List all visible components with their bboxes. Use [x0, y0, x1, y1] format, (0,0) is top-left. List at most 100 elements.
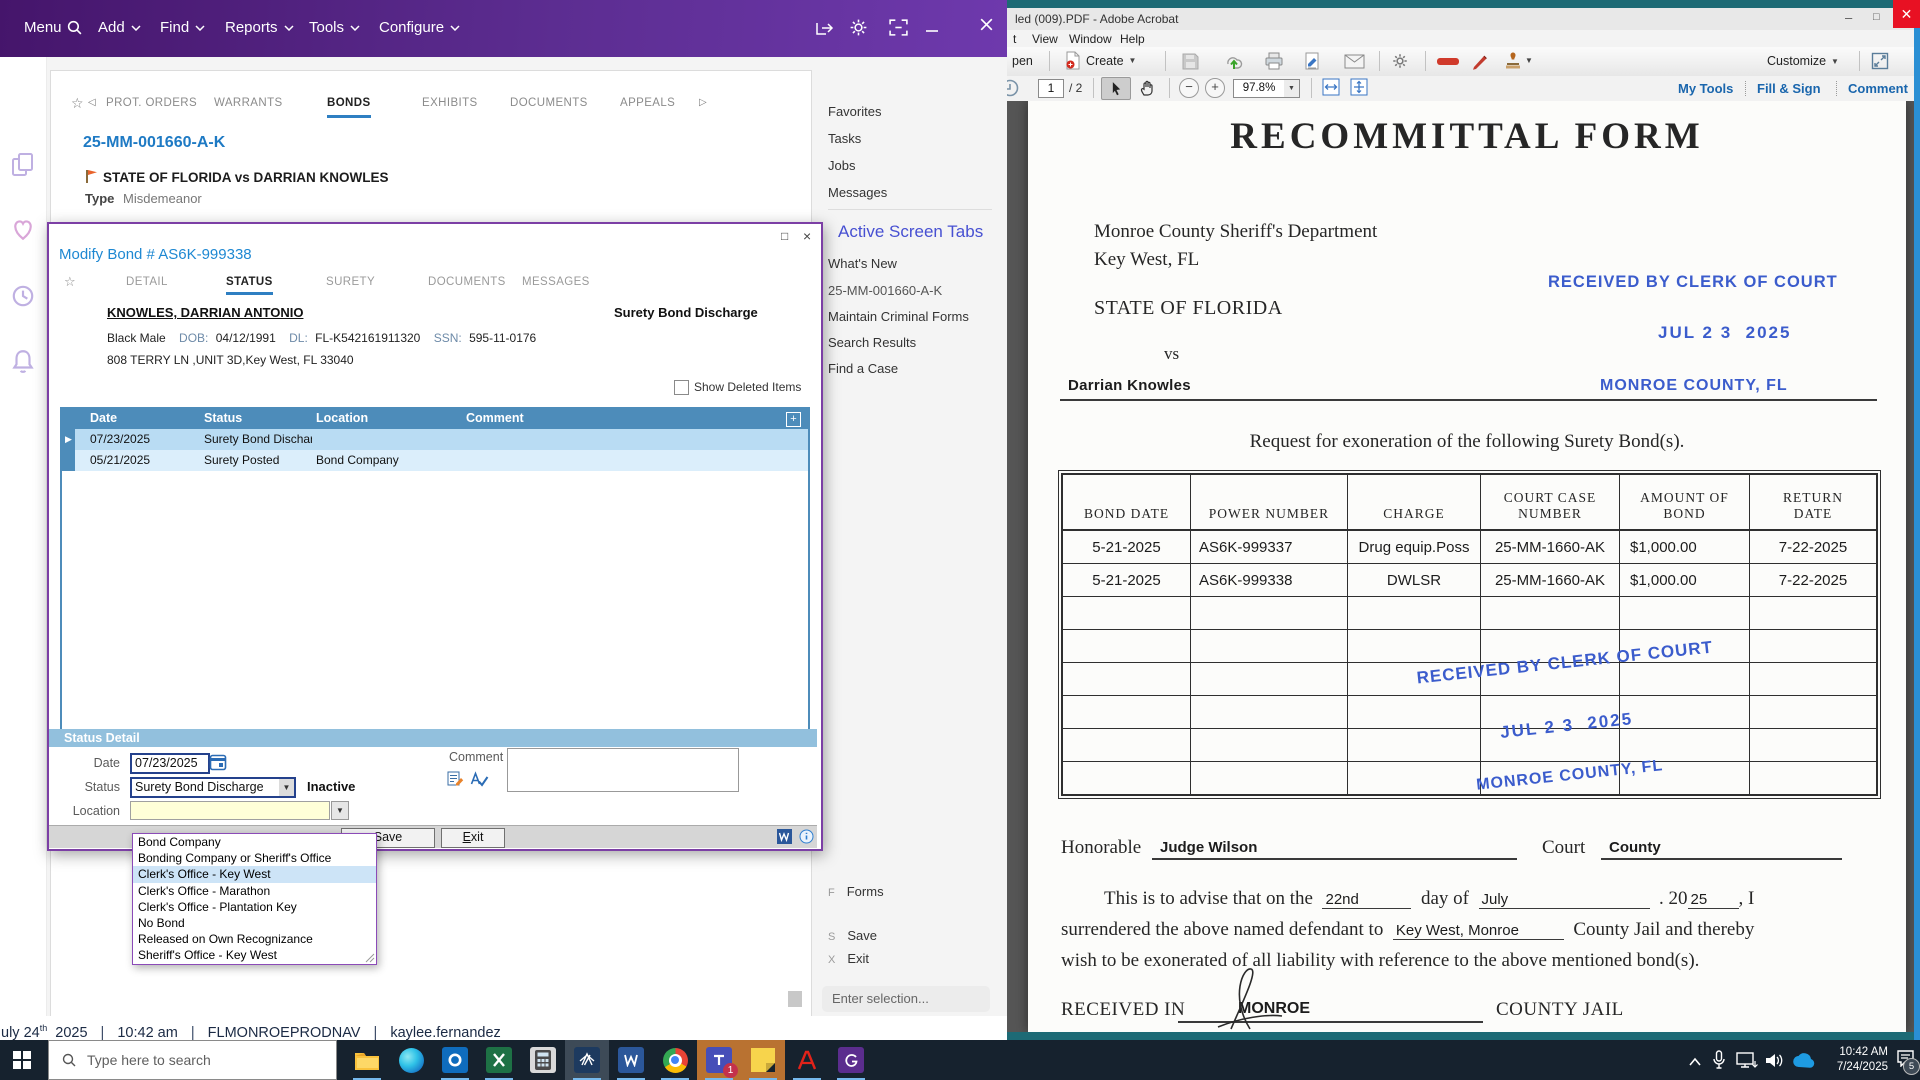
- zoom-dropdown-arrow[interactable]: ▼: [1284, 79, 1300, 98]
- sign-icon[interactable]: [1304, 51, 1324, 76]
- create-button[interactable]: Create ▼: [1065, 51, 1136, 70]
- info-icon[interactable]: [799, 829, 814, 849]
- spellcheck-icon[interactable]: [470, 771, 489, 792]
- dialog-maximize-icon[interactable]: □: [781, 229, 788, 243]
- scroll-corner[interactable]: [788, 991, 802, 1007]
- sidebar-item-messages[interactable]: Messages: [828, 185, 887, 200]
- grid-header-date[interactable]: Date: [90, 411, 117, 425]
- option-sheriffs-office-key-west[interactable]: Sheriff's Office - Key West: [133, 947, 376, 963]
- select-tool[interactable]: [1101, 77, 1131, 100]
- date-input[interactable]: 07/23/2025: [130, 753, 210, 774]
- menu-item-menu[interactable]: Menu: [24, 19, 62, 36]
- sidebar-item-jobs[interactable]: Jobs: [828, 158, 855, 173]
- menu-help[interactable]: Help: [1120, 32, 1145, 46]
- taskbar-calculator[interactable]: [521, 1040, 565, 1080]
- zoom-level-input[interactable]: 97.8%: [1233, 79, 1285, 98]
- screen-tab-whats-new[interactable]: What's New: [828, 256, 897, 271]
- customize-button[interactable]: Customize ▼: [1767, 54, 1839, 68]
- save-icon[interactable]: [1182, 53, 1199, 75]
- hand-tool[interactable]: [1133, 77, 1161, 98]
- page-number-input[interactable]: 1: [1038, 79, 1064, 98]
- taskbar-word[interactable]: [609, 1040, 653, 1080]
- taskbar-excel[interactable]: [477, 1040, 521, 1080]
- resize-grip-icon[interactable]: [364, 952, 375, 963]
- comment-button[interactable]: Comment: [1848, 81, 1908, 96]
- fit-page-icon[interactable]: [1349, 78, 1369, 101]
- taskbar-file-explorer[interactable]: [345, 1040, 389, 1080]
- zoom-in-button[interactable]: +: [1205, 78, 1225, 98]
- status-select[interactable]: Surety Bond Discharge: [130, 777, 285, 798]
- tray-microphone-icon[interactable]: [1712, 1050, 1726, 1075]
- fit-width-icon[interactable]: [1321, 78, 1341, 101]
- dialog-tab-detail[interactable]: DETAIL: [126, 276, 168, 288]
- taskbar-teams[interactable]: 1: [697, 1040, 741, 1080]
- menu-item-add[interactable]: Add: [98, 19, 141, 36]
- word-icon[interactable]: [777, 829, 792, 849]
- menu-item-configure[interactable]: Configure: [379, 19, 460, 36]
- menu-window[interactable]: Window: [1069, 32, 1112, 46]
- exit-button[interactable]: Exit: [441, 828, 505, 848]
- fullscreen-icon[interactable]: [888, 18, 909, 37]
- tray-network-icon[interactable]: [1736, 1052, 1758, 1074]
- option-released-on-own-recognizance[interactable]: Released on Own Recognizance: [133, 931, 376, 947]
- taskbar-sticky-notes[interactable]: [741, 1040, 785, 1080]
- option-clerks-office-plantation-key[interactable]: Clerk's Office - Plantation Key: [133, 899, 376, 915]
- option-bonding-company-or-sheriffs-office[interactable]: Bonding Company or Sheriff's Office: [133, 850, 376, 866]
- enter-selection-input[interactable]: Enter selection...: [822, 986, 990, 1012]
- search-icon[interactable]: [66, 19, 83, 36]
- show-deleted-checkbox[interactable]: [674, 380, 689, 395]
- fill-and-sign-button[interactable]: Fill & Sign: [1757, 81, 1821, 96]
- sidebar-item-favorites[interactable]: Favorites: [828, 104, 881, 119]
- sidebar-action-forms[interactable]: FForms: [828, 884, 884, 899]
- favorite-star-icon[interactable]: ☆: [71, 95, 84, 112]
- expand-window-icon[interactable]: [1871, 52, 1889, 75]
- acrobat-minimize-icon[interactable]: –: [1845, 10, 1852, 25]
- heart-icon[interactable]: [10, 217, 36, 246]
- tray-chevron-up-icon[interactable]: [1688, 1054, 1702, 1072]
- option-no-bond[interactable]: No Bond: [133, 915, 376, 931]
- tray-onedrive-icon[interactable]: [1792, 1053, 1816, 1073]
- comment-textarea[interactable]: [507, 748, 739, 792]
- dialog-tab-surety[interactable]: SURETY: [326, 276, 375, 288]
- dialog-close-icon[interactable]: ×: [803, 228, 811, 244]
- share-upload-icon[interactable]: [1224, 51, 1244, 76]
- acrobat-title-bar[interactable]: led (009).PDF - Adobe Acrobat – □: [1007, 8, 1914, 31]
- option-bond-company[interactable]: Bond Company: [133, 834, 376, 850]
- tab-exhibits[interactable]: EXHIBITS: [422, 97, 478, 109]
- copy-icon[interactable]: [11, 152, 35, 183]
- screen-tab-find-a-case[interactable]: Find a Case: [828, 361, 898, 376]
- grid-header-status[interactable]: Status: [204, 411, 242, 425]
- grid-row[interactable]: 05/21/2025 Surety Posted Bond Company: [62, 450, 808, 471]
- calendar-icon[interactable]: [209, 753, 227, 776]
- screen-tab-maintain-criminal-forms[interactable]: Maintain Criminal Forms: [828, 309, 969, 324]
- option-clerks-office-marathon[interactable]: Clerk's Office - Marathon: [133, 883, 376, 899]
- pdf-document-area[interactable]: RECOMMITTAL FORM Monroe County Sheriff's…: [1007, 101, 1914, 1032]
- open-button-clipped[interactable]: pen: [1012, 54, 1033, 68]
- case-number[interactable]: 25-MM-001660-A-K: [83, 134, 225, 152]
- zoom-out-button[interactable]: −: [1179, 78, 1199, 98]
- sidebar-item-tasks[interactable]: Tasks: [828, 131, 861, 146]
- taskbar-court-app-active[interactable]: [565, 1040, 609, 1080]
- print-icon[interactable]: [1264, 52, 1284, 75]
- location-select-arrow[interactable]: ▼: [331, 801, 349, 820]
- taskbar-edge[interactable]: [389, 1040, 433, 1080]
- taskbar-outlook[interactable]: [433, 1040, 477, 1080]
- taskbar-g-app[interactable]: [829, 1040, 873, 1080]
- minimize-icon[interactable]: [924, 18, 940, 36]
- grid-add-row-button[interactable]: +: [786, 412, 801, 427]
- previous-view-icon[interactable]: [1007, 79, 1019, 102]
- tray-volume-icon[interactable]: [1764, 1052, 1784, 1074]
- tab-warrants[interactable]: WARRANTS: [214, 97, 283, 109]
- dialog-star-icon[interactable]: ☆: [64, 274, 76, 290]
- taskbar-search-box[interactable]: Type here to search: [48, 1040, 337, 1080]
- start-button[interactable]: [0, 1040, 44, 1080]
- option-clerks-office-key-west[interactable]: Clerk's Office - Key West: [133, 866, 376, 882]
- dialog-tab-documents[interactable]: DOCUMENTS: [428, 276, 506, 288]
- tab-bonds[interactable]: BONDS: [327, 97, 371, 118]
- close-icon[interactable]: [978, 16, 995, 33]
- acrobat-close-icon[interactable]: ✕: [1893, 0, 1920, 28]
- menu-edit-clipped[interactable]: t: [1013, 32, 1016, 46]
- taskbar-chrome[interactable]: [653, 1040, 697, 1080]
- dialog-tab-messages[interactable]: MESSAGES: [522, 276, 590, 288]
- tray-clock[interactable]: 10:42 AM 7/24/2025: [1822, 1045, 1888, 1075]
